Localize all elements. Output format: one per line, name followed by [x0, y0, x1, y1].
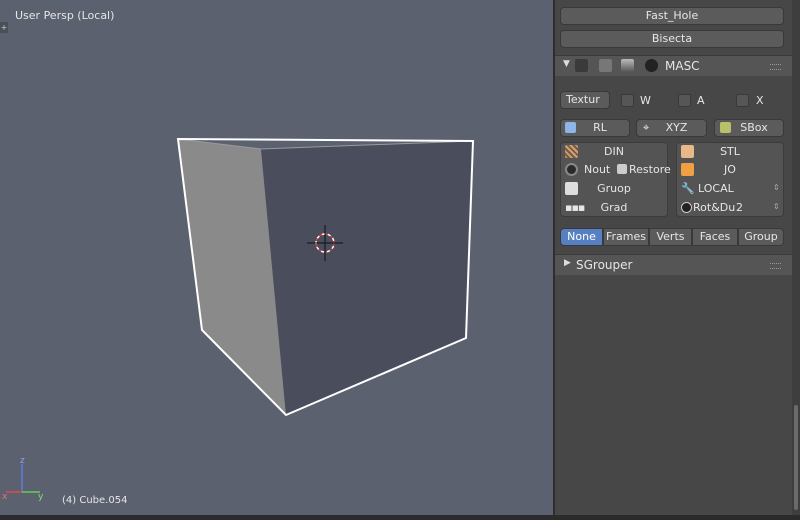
- din-label: DIN: [604, 145, 624, 158]
- tab-group[interactable]: Group: [738, 228, 784, 246]
- local-label: LOCAL: [698, 182, 734, 195]
- bisecta-button[interactable]: Bisecta: [560, 30, 784, 48]
- stl-label: STL: [720, 145, 740, 158]
- pin-icon[interactable]: [575, 59, 588, 72]
- grad-button[interactable]: ▪▪▪ Grad: [560, 199, 668, 217]
- nout-button[interactable]: Nout: [560, 161, 614, 179]
- material-icon[interactable]: [621, 59, 634, 72]
- rl-label: RL: [593, 121, 607, 134]
- sgrouper-panel-header[interactable]: ▶ SGrouper: [555, 254, 792, 275]
- tab-none[interactable]: None: [560, 228, 603, 246]
- viewport-expand-icon[interactable]: +: [0, 22, 8, 33]
- restore-label: Restore: [629, 163, 671, 176]
- collapse-arrow-icon[interactable]: ▼: [563, 59, 570, 69]
- grad-label: Grad: [600, 201, 628, 214]
- din-button[interactable]: DIN: [560, 143, 668, 161]
- brush-icon[interactable]: [599, 59, 612, 72]
- dots-icon: ▪▪▪: [565, 201, 585, 214]
- local-select[interactable]: 🔧 LOCAL ⇕: [676, 180, 784, 198]
- rotdu-field[interactable]: Rot&Du 2 ⇕: [676, 199, 784, 217]
- jo-button[interactable]: JO: [676, 161, 784, 179]
- stl-button[interactable]: STL: [676, 143, 784, 161]
- drag-grip-icon[interactable]: [770, 263, 781, 269]
- wrench-icon: 🔧: [681, 182, 695, 195]
- jo-label: JO: [724, 163, 736, 176]
- cube-mesh[interactable]: [0, 0, 553, 515]
- bottom-bar: [0, 515, 800, 520]
- rotdu-value: 2: [736, 201, 743, 214]
- a-label: A: [697, 94, 705, 107]
- gruop-label: Gruop: [597, 182, 631, 195]
- stl-icon: [681, 145, 694, 158]
- expand-arrow-icon[interactable]: ▶: [564, 258, 571, 268]
- texture-select[interactable]: Textur: [560, 91, 610, 109]
- drag-grip-icon[interactable]: [770, 64, 781, 70]
- cube-icon: [617, 164, 627, 174]
- crosshair-icon: ⌖: [643, 121, 650, 134]
- sbox-icon: [720, 122, 731, 133]
- box-icon: [681, 163, 694, 176]
- nout-icon: [565, 163, 578, 176]
- masc-title: MASC: [665, 59, 700, 73]
- tab-verts[interactable]: Verts: [649, 228, 692, 246]
- x-label: X: [756, 94, 764, 107]
- w-label: W: [640, 94, 651, 107]
- sgrouper-title: SGrouper: [576, 258, 633, 272]
- rl-icon: [565, 122, 576, 133]
- axis-z-label: z: [20, 456, 25, 466]
- 3d-viewport[interactable]: User Persp (Local) + z y x (4) Cube.054: [0, 0, 553, 515]
- rotdu-label: Rot&Du: [693, 201, 736, 214]
- nout-label: Nout: [584, 163, 611, 176]
- axis-y-label: y: [38, 492, 44, 502]
- tab-frames[interactable]: Frames: [603, 228, 649, 246]
- scrollbar-thumb[interactable]: [794, 405, 798, 510]
- masc-panel-header[interactable]: ▼ MASC: [555, 55, 792, 76]
- axis-gizmo-icon: z y x: [2, 456, 44, 502]
- active-object-label: (4) Cube.054: [62, 495, 128, 506]
- gruop-button[interactable]: Gruop: [560, 180, 668, 198]
- xyz-label: XYZ: [665, 121, 688, 134]
- restore-button[interactable]: Restore: [614, 161, 671, 179]
- tab-faces[interactable]: Faces: [692, 228, 738, 246]
- sbox-label: SBox: [740, 121, 768, 134]
- sbox-button[interactable]: SBox: [714, 119, 784, 137]
- rotate-icon: [681, 202, 692, 213]
- view-label: User Persp (Local): [15, 9, 115, 22]
- updown-icon: ⇕: [773, 183, 780, 192]
- rl-button[interactable]: RL: [560, 119, 630, 137]
- fast-hole-button[interactable]: Fast_Hole: [560, 7, 784, 25]
- ring-icon[interactable]: [645, 59, 658, 72]
- w-checkbox[interactable]: [621, 94, 634, 107]
- x-checkbox[interactable]: [736, 94, 749, 107]
- xyz-button[interactable]: ⌖ XYZ: [636, 119, 707, 137]
- group-icon: [565, 182, 578, 195]
- a-checkbox[interactable]: [678, 94, 691, 107]
- wood-texture-icon: [565, 145, 578, 158]
- updown-icon: ⇕: [773, 202, 780, 211]
- axis-x-label: x: [2, 492, 8, 502]
